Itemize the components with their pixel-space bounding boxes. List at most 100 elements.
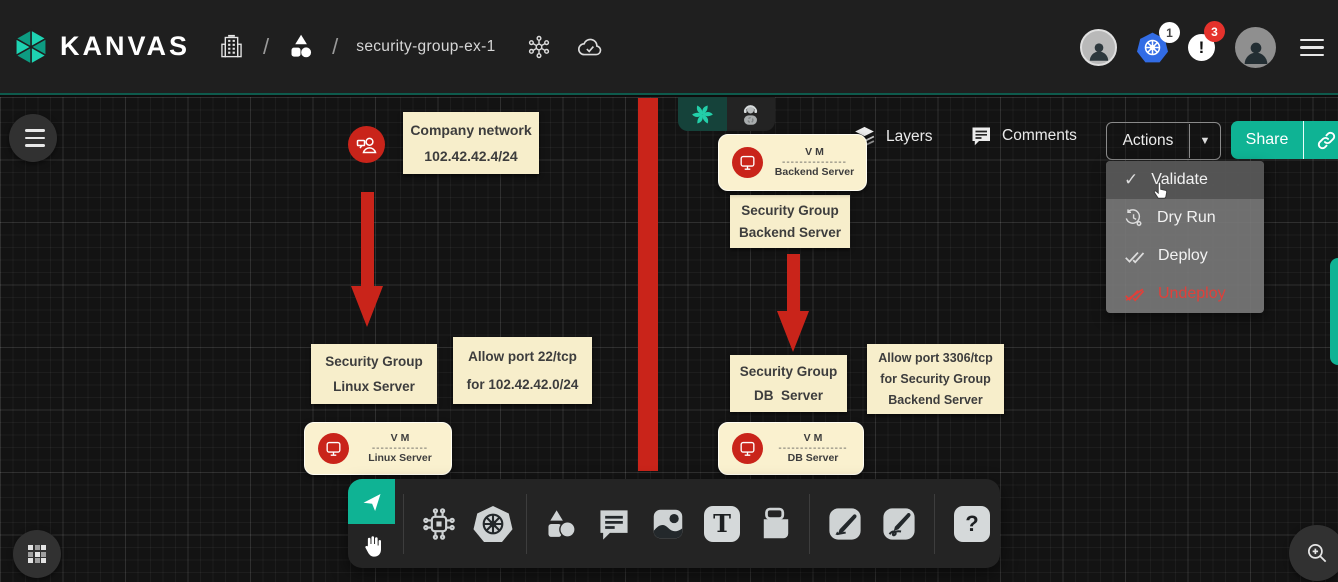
comments-icon: [969, 124, 993, 148]
kubernetes-tool-button[interactable]: [466, 479, 520, 568]
vm-monitor-icon: [318, 433, 349, 464]
note-line: Security Group: [311, 354, 437, 369]
pan-tool-button[interactable]: [348, 524, 395, 568]
check-icon: ✓: [1124, 170, 1138, 190]
headset-user-icon: [738, 102, 763, 127]
vm-node-linux-server[interactable]: V M ------------- Linux Server: [304, 422, 452, 475]
double-check-icon: [1124, 246, 1145, 267]
vm-name: DB Server: [763, 452, 863, 465]
shapes-tool-button[interactable]: [533, 479, 587, 568]
breadcrumb-separator: /: [332, 34, 338, 60]
user-workstation-icon: [355, 133, 379, 157]
copy-link-button[interactable]: [1303, 121, 1338, 159]
menu-item-deploy[interactable]: Deploy: [1106, 237, 1264, 275]
kanvas-logo[interactable]: KANVAS: [12, 28, 190, 66]
apps-grid-icon: [28, 545, 46, 563]
menu-item-label: Deploy: [1158, 247, 1208, 265]
menu-icon: [25, 129, 45, 147]
menu-item-validate[interactable]: ✓ Validate: [1106, 161, 1264, 199]
vm-node-backend-server[interactable]: V M --------------- Backend Server: [718, 134, 867, 191]
menu-item-dry-run[interactable]: Dry Run: [1106, 199, 1264, 237]
note-line: for Security Group: [867, 372, 1004, 386]
collaborator-avatar[interactable]: [1080, 29, 1117, 66]
note-line: Allow port 3306/tcp: [867, 351, 1004, 365]
menu-item-undeploy[interactable]: Undeploy: [1106, 275, 1264, 313]
sticky-note-allow-22[interactable]: Allow port 22/tcp for 102.42.42.0/24: [453, 337, 592, 404]
text-tool-icon: T: [704, 506, 740, 542]
comment-tool-button[interactable]: [587, 479, 641, 568]
sticky-note-sg-linux[interactable]: Security Group Linux Server: [311, 344, 437, 404]
breadcrumb-separator: /: [263, 34, 269, 60]
alert-count-badge: 3: [1204, 21, 1225, 42]
note-line: for 102.42.42.0/24: [453, 377, 592, 392]
project-name: security-group-ex-1: [356, 38, 495, 56]
freehand-draw-tool-button[interactable]: [872, 479, 926, 568]
note-line: Security Group: [730, 203, 850, 218]
help-icon: ?: [954, 506, 990, 542]
note-line: Linux Server: [311, 379, 437, 394]
kubernetes-status-button[interactable]: 1: [1137, 32, 1168, 63]
organization-icon[interactable]: [218, 33, 245, 60]
designs-shapes-icon[interactable]: [287, 33, 314, 60]
note-line: Security Group: [730, 364, 847, 379]
side-panel-tab[interactable]: [1330, 258, 1338, 365]
vm-title: V M: [349, 432, 451, 445]
breadcrumb: / / security-group-ex-1: [218, 33, 603, 61]
cursor-arrow-icon: [360, 490, 384, 514]
vm-title: V M: [763, 146, 866, 159]
caret-down-icon[interactable]: ▼: [1189, 124, 1220, 158]
hand-icon: [359, 533, 385, 559]
design-mode-button[interactable]: [678, 97, 727, 131]
canvas-menu-button[interactable]: [9, 114, 57, 162]
component-tool-button[interactable]: [412, 479, 466, 568]
draw-connector-tool-button[interactable]: [818, 479, 872, 568]
select-tool-button[interactable]: [348, 479, 395, 524]
user-avatar[interactable]: [1235, 27, 1276, 68]
magnifier-plus-icon: [1304, 540, 1330, 566]
menu-item-label: Dry Run: [1157, 209, 1216, 227]
arrow-connector: [787, 254, 800, 311]
sticky-note-allow-3306[interactable]: Allow port 3306/tcp for Security Group B…: [867, 344, 1004, 414]
apps-grid-button[interactable]: [13, 530, 61, 578]
vm-divider: ----------------: [763, 445, 863, 452]
help-button[interactable]: ?: [945, 479, 999, 568]
zoom-in-button[interactable]: [1289, 525, 1338, 581]
cloud-saved-icon[interactable]: [576, 33, 604, 61]
sticky-note-company-network[interactable]: Company network 102.42.42.4/24: [403, 112, 539, 174]
note-line: Company network: [403, 122, 539, 138]
note-line: DB Server: [730, 388, 847, 403]
sticky-note-sg-db[interactable]: Security Group DB Server: [730, 355, 847, 412]
comments-label: Comments: [1002, 127, 1077, 145]
arrow-head: [351, 286, 383, 327]
kanvas-logo-text: KANVAS: [60, 31, 190, 62]
text-tool-button[interactable]: T: [695, 479, 749, 568]
pointer-cursor: [1150, 179, 1172, 201]
share-button[interactable]: Share: [1231, 121, 1338, 159]
pen-squiggle-icon: [880, 505, 918, 543]
collaboration-button[interactable]: [727, 97, 776, 131]
sticky-note-sg-backend[interactable]: Security Group Backend Server: [730, 195, 850, 248]
service-mesh-icon[interactable]: [526, 34, 552, 60]
mini-toolbar: [678, 97, 775, 131]
comments-button[interactable]: Comments: [969, 124, 1077, 148]
actions-dropdown-menu: ✓ Validate Dry Run Deploy: [1106, 161, 1264, 313]
note-line: 102.42.42.4/24: [403, 148, 539, 164]
vm-node-db-server[interactable]: V M ---------------- DB Server: [718, 422, 864, 475]
menu-item-label: Undeploy: [1158, 285, 1226, 303]
sticky-note-icon: [757, 505, 795, 543]
hamburger-menu-icon[interactable]: [1300, 39, 1324, 57]
history-gear-icon: [1124, 208, 1144, 228]
note-tool-button[interactable]: [749, 479, 803, 568]
company-network-node[interactable]: [348, 126, 385, 163]
app-header: KANVAS / / security-group-ex-1: [0, 0, 1338, 95]
share-label: Share: [1231, 131, 1303, 149]
actions-button[interactable]: Actions ▼: [1106, 122, 1221, 160]
vm-name: Backend Server: [763, 166, 866, 179]
image-tool-button[interactable]: [641, 479, 695, 568]
shapes-icon: [541, 505, 579, 543]
vm-monitor-icon: [732, 147, 763, 178]
alerts-button[interactable]: ! 3: [1188, 34, 1215, 61]
alert-icon: !: [1199, 38, 1205, 58]
canvas-surface[interactable]: Layers Comments Actions ▼ Share ✓ Valida…: [0, 97, 1338, 582]
network-boundary-bar[interactable]: [638, 98, 658, 471]
